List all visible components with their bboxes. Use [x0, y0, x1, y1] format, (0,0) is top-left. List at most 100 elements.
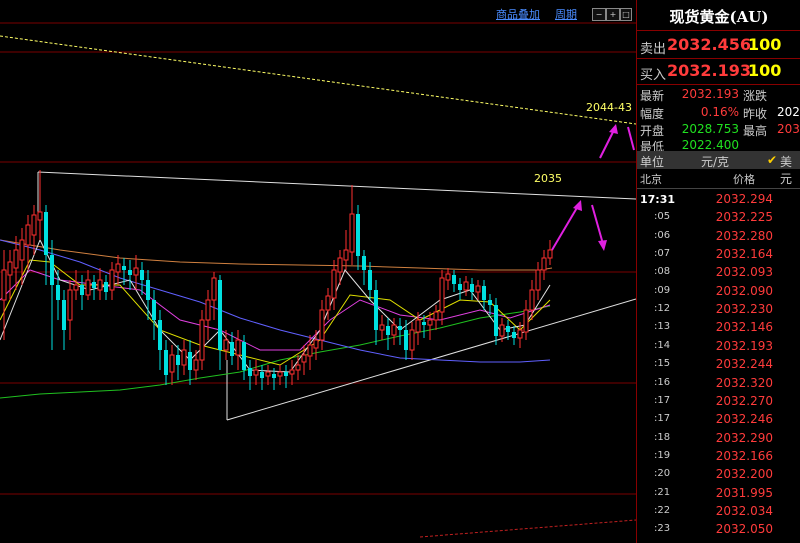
tick-price: 2032.034 — [715, 503, 773, 518]
tick-row: :08 2032.093 — [637, 263, 800, 281]
tick-time: :17 — [654, 394, 671, 406]
tick-row: 17:31 2032.294 — [637, 190, 800, 208]
candle-down — [494, 305, 498, 336]
candle-up — [379, 324, 385, 331]
tick-price: 2032.244 — [715, 357, 773, 372]
candle-down — [50, 255, 54, 285]
annotation-upper-target: 2044-43 — [586, 101, 632, 114]
divider — [637, 30, 800, 31]
candle-down — [140, 270, 144, 280]
tick-price: 2032.246 — [715, 412, 773, 427]
tick-time: :07 — [654, 248, 671, 260]
candle-down — [158, 320, 162, 350]
tick-price: 2032.320 — [715, 375, 773, 390]
zoom-out-button[interactable]: − — [592, 8, 606, 21]
candle-up — [205, 299, 211, 321]
tick-row: :18 2032.290 — [637, 429, 800, 447]
ma-orange — [0, 239, 553, 271]
trendline-dashed-yellow[interactable] — [0, 35, 636, 125]
tick-price: 2032.200 — [715, 467, 773, 482]
tick-price: 2032.166 — [715, 448, 773, 463]
tick-time: :13 — [654, 321, 671, 333]
zoom-in-button[interactable]: + — [606, 8, 620, 21]
candle-down — [356, 214, 360, 256]
candle-up — [109, 269, 115, 291]
tick-row: :06 2032.280 — [637, 227, 800, 245]
candle-up — [517, 329, 523, 339]
tick-price: 2032.050 — [715, 522, 773, 537]
tick-row: :15 2032.244 — [637, 355, 800, 373]
buy-label: 买入 — [640, 68, 667, 83]
kline-chart[interactable] — [0, 0, 636, 543]
period-button[interactable]: 周期 — [555, 8, 577, 22]
tick-header: 北京 价格 — [637, 170, 800, 186]
tick-time: :06 — [654, 229, 671, 241]
candle-up — [235, 339, 241, 356]
tick-price: 2032.193 — [715, 338, 773, 353]
candle-up — [289, 369, 295, 375]
candle-up — [409, 329, 415, 351]
candlesticks — [1, 170, 553, 390]
candle-up — [199, 319, 205, 361]
kline-chart-area[interactable]: 商品叠加 周期 − + □ 2044-43 2035 — [0, 0, 636, 543]
candle-up — [19, 239, 25, 261]
open-value: 2028.753 — [681, 122, 739, 136]
candle-down — [374, 290, 378, 330]
amplitude-label: 幅度 — [640, 107, 665, 121]
candle-up — [331, 269, 337, 299]
candle-down — [482, 286, 486, 300]
candle-up — [475, 285, 481, 293]
arrow-down-2 — [591, 204, 604, 245]
tick-row: :13 2032.146 — [637, 318, 800, 336]
tick-row: :07 2032.164 — [637, 245, 800, 263]
candle-down — [386, 326, 390, 335]
candle-up — [67, 289, 73, 321]
candle-up — [307, 344, 313, 357]
sell-volume: 100 — [748, 35, 782, 54]
candle-up — [223, 339, 229, 351]
tick-time: :08 — [654, 266, 671, 278]
tick-time: :20 — [654, 468, 671, 480]
trendline-dashed-red[interactable] — [419, 519, 636, 538]
buy-volume: 100 — [748, 61, 782, 80]
tick-row: :17 2032.270 — [637, 392, 800, 410]
candle-up — [253, 369, 259, 376]
latest-label: 最新 — [640, 89, 665, 103]
candle-up — [445, 273, 451, 281]
candle-up — [319, 309, 325, 341]
candle-down — [218, 280, 222, 350]
candle-up — [277, 371, 283, 377]
arrow-up-1-head — [609, 124, 618, 134]
buy-row[interactable]: 买入 2032.193 100 — [637, 60, 800, 84]
candle-up — [181, 349, 187, 366]
arrow-up-1 — [599, 129, 615, 159]
prev-close-value: 202 — [777, 105, 800, 119]
arrow-up-2 — [551, 205, 579, 251]
tick-time: 17:31 — [640, 193, 676, 206]
tick-row: :05 2032.225 — [637, 208, 800, 226]
candle-down — [62, 300, 66, 330]
candle-down — [242, 342, 246, 370]
tick-row: :09 2032.090 — [637, 282, 800, 300]
fullscreen-button[interactable]: □ — [620, 8, 632, 21]
candle-down — [146, 280, 150, 300]
candle-down — [272, 374, 276, 378]
tick-price: 2032.164 — [715, 247, 773, 262]
candle-down — [458, 284, 462, 290]
tick-time: :09 — [654, 284, 671, 296]
candle-down — [152, 300, 156, 320]
sell-row[interactable]: 卖出 2032.456 100 — [637, 34, 800, 58]
chart-toolbar: 商品叠加 周期 − + □ — [0, 8, 636, 22]
tick-time: :18 — [654, 431, 671, 443]
candle-up — [463, 281, 469, 291]
tick-price: 2032.090 — [715, 283, 773, 298]
candle-up — [523, 309, 529, 333]
candle-down — [248, 368, 252, 376]
overlay-button[interactable]: 商品叠加 — [496, 8, 540, 22]
checkmark-icon[interactable]: ✔ — [767, 153, 777, 167]
candle-up — [13, 249, 19, 269]
candle-up — [25, 224, 31, 246]
tick-header-time: 北京 — [640, 173, 662, 186]
candle-up — [133, 267, 139, 276]
buy-price: 2032.193 — [667, 61, 752, 80]
